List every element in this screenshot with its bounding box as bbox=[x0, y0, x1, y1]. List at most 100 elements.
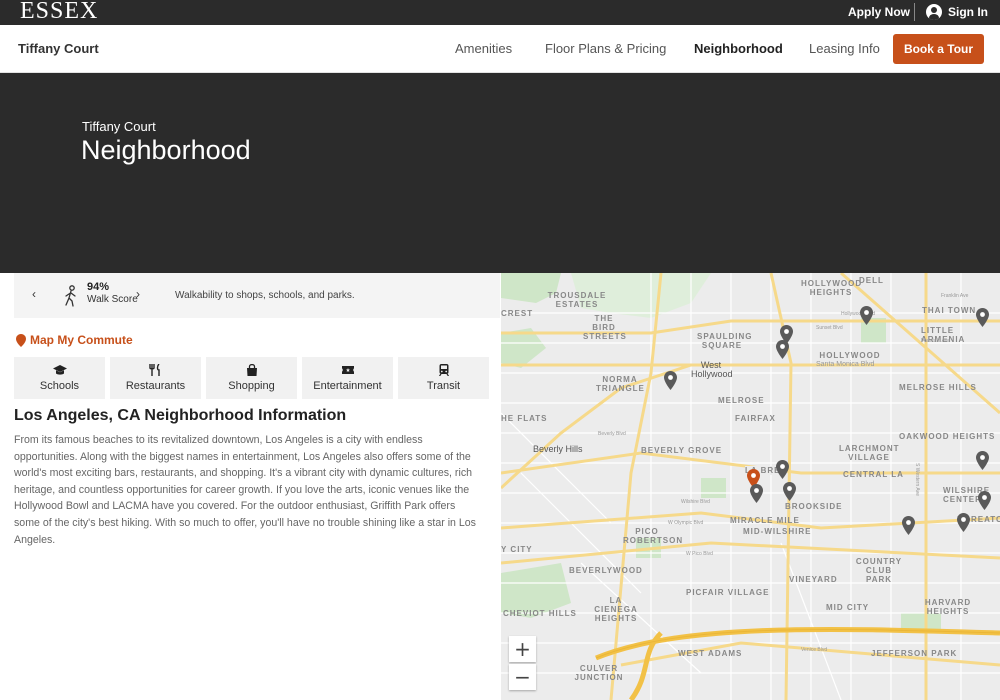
train-icon bbox=[438, 364, 449, 376]
category-restaurants-button[interactable]: Restaurants bbox=[110, 357, 201, 399]
neighborhood-map[interactable]: DELL HOLLYWOOD HEIGHTS TROUSDALE ESTATES… bbox=[501, 273, 1000, 700]
map-my-commute-link[interactable]: Map My Commute bbox=[16, 333, 133, 347]
map-marker-icon[interactable] bbox=[783, 482, 796, 501]
sign-in-label: Sign In bbox=[948, 5, 988, 19]
map-label: Beverly Hills bbox=[533, 444, 583, 454]
category-label: Restaurants bbox=[125, 380, 186, 392]
neighborhood-city: Los Angeles, CA bbox=[14, 407, 140, 424]
street-label: Santa Monica Blvd bbox=[816, 361, 875, 368]
property-nav: Tiffany Court Amenities Floor Plans & Pr… bbox=[0, 25, 1000, 73]
street-label: Sunset Blvd bbox=[816, 325, 843, 331]
map-label: VINEYARD bbox=[789, 575, 838, 584]
walking-person-icon bbox=[65, 285, 76, 307]
map-label: MIRACLE MILE bbox=[730, 516, 800, 525]
map-label: THE BIRD STREETS bbox=[583, 314, 627, 341]
map-label: HOLLYWOOD HEIGHTS bbox=[801, 279, 863, 297]
sign-in-link[interactable]: Sign In bbox=[926, 3, 988, 21]
map-label: Y CITY bbox=[501, 545, 533, 554]
map-marker-icon[interactable] bbox=[976, 308, 989, 327]
utensils-icon bbox=[148, 364, 160, 376]
street-label: W Olympic Blvd bbox=[668, 520, 704, 526]
map-label: MELROSE bbox=[718, 396, 765, 405]
category-transit-button[interactable]: Transit bbox=[398, 357, 489, 399]
category-label: Shopping bbox=[228, 380, 275, 392]
category-label: Entertainment bbox=[313, 380, 382, 392]
zoom-in-button[interactable]: + bbox=[509, 636, 536, 662]
street-label: Wilshire Blvd bbox=[681, 499, 710, 505]
street-label: Venice Blvd bbox=[801, 647, 828, 653]
hero-banner: Tiffany Court Neighborhood bbox=[0, 73, 1000, 273]
map-label: WEST ADAMS bbox=[678, 649, 743, 658]
map-my-commute-label: Map My Commute bbox=[30, 333, 133, 347]
walk-score-label: Walk Score bbox=[87, 294, 138, 305]
walk-score-bar: ‹ 94% Walk Score › Walkability to shops,… bbox=[14, 273, 500, 318]
map-label: COUNTRY CLUB PARK bbox=[855, 557, 903, 584]
nav-link-leasing-info[interactable]: Leasing Info bbox=[809, 41, 880, 56]
essex-logo[interactable]: ESSEX bbox=[20, 0, 98, 25]
street-label: Franklin Ave bbox=[941, 293, 969, 299]
map-label: HARVARD HEIGHTS bbox=[924, 598, 972, 616]
shopping-bag-icon bbox=[246, 364, 257, 376]
map-label: PICO ROBERTSON bbox=[623, 527, 684, 545]
property-name[interactable]: Tiffany Court bbox=[18, 41, 99, 56]
category-schools-button[interactable]: Schools bbox=[14, 357, 105, 399]
top-bar: ESSEX Apply Now Sign In bbox=[0, 0, 1000, 25]
nav-link-floor-plans[interactable]: Floor Plans & Pricing bbox=[545, 41, 666, 56]
map-label: LARCHMONT VILLAGE bbox=[839, 444, 900, 462]
map-marker-icon[interactable] bbox=[776, 460, 789, 479]
street-label: W Pico Blvd bbox=[686, 551, 713, 557]
chevron-right-icon[interactable]: › bbox=[136, 287, 140, 301]
map-label: SPAULDING SQUARE bbox=[697, 332, 753, 350]
category-shopping-button[interactable]: Shopping bbox=[206, 357, 297, 399]
apply-now-link[interactable]: Apply Now bbox=[848, 5, 910, 19]
map-label: HE FLATS bbox=[501, 414, 548, 423]
ticket-icon bbox=[341, 366, 354, 374]
map-marker-icon[interactable] bbox=[957, 513, 970, 532]
map-label: PICFAIR VILLAGE bbox=[686, 588, 770, 597]
map-marker-icon[interactable] bbox=[860, 306, 873, 325]
map-marker-icon[interactable] bbox=[750, 484, 763, 503]
category-buttons: Schools Restaurants Shopping Entertainme… bbox=[14, 357, 489, 399]
nav-link-amenities[interactable]: Amenities bbox=[455, 41, 512, 56]
neighborhood-description: From its famous beaches to its revitaliz… bbox=[14, 434, 476, 546]
map-label: MID CITY bbox=[826, 603, 870, 612]
map-label: CHEVIOT HILLS bbox=[503, 609, 577, 618]
map-marker-icon[interactable] bbox=[976, 451, 989, 470]
map-label: HOLLYWOOD bbox=[819, 351, 881, 360]
top-bar-divider bbox=[914, 3, 915, 21]
map-label: OAKWOOD HEIGHTS bbox=[899, 432, 996, 441]
map-marker-icon[interactable] bbox=[902, 516, 915, 535]
map-marker-icon[interactable] bbox=[978, 491, 991, 510]
map-label: FAIRFAX bbox=[735, 414, 776, 423]
neighborhood-heading-rest: Neighborhood Information bbox=[144, 407, 347, 424]
map-label: MELROSE HILLS bbox=[899, 383, 977, 392]
user-icon bbox=[926, 4, 942, 20]
category-entertainment-button[interactable]: Entertainment bbox=[302, 357, 393, 399]
map-label: CENTRAL LA bbox=[843, 470, 904, 479]
map-label: BEVERLYWOOD bbox=[569, 566, 643, 575]
chevron-left-icon[interactable]: ‹ bbox=[32, 287, 36, 301]
map-marker-icon[interactable] bbox=[776, 340, 789, 359]
category-label: Transit bbox=[426, 380, 461, 392]
neighborhood-heading: Los Angeles, CA Neighborhood Information bbox=[14, 407, 346, 425]
street-label: Beverly Blvd bbox=[598, 431, 626, 437]
map-label: JEFFERSON PARK bbox=[871, 649, 958, 658]
map-label: LA CIENEGA HEIGHTS bbox=[594, 596, 638, 623]
book-a-tour-button[interactable]: Book a Tour bbox=[893, 34, 984, 64]
map-label: TROUSDALE ESTATES bbox=[547, 291, 607, 309]
map-label: CULVER JUNCTION bbox=[574, 664, 624, 682]
map-label: CREST bbox=[501, 309, 534, 318]
nav-link-neighborhood[interactable]: Neighborhood bbox=[694, 41, 783, 56]
map-label: NORMA TRIANGLE bbox=[596, 375, 645, 393]
map-label: THAI TOWN bbox=[922, 306, 977, 315]
map-label: BEVERLY GROVE bbox=[641, 446, 723, 455]
map-label: MID-WILSHIRE bbox=[743, 527, 812, 536]
walk-score-description: Walkability to shops, schools, and parks… bbox=[175, 290, 355, 301]
map-label: DELL bbox=[859, 276, 884, 285]
map-marker-icon[interactable] bbox=[664, 371, 677, 390]
zoom-out-button[interactable]: − bbox=[509, 664, 536, 690]
map-label: West Hollywood bbox=[691, 360, 733, 379]
map-label: BROOKSIDE bbox=[785, 502, 843, 511]
category-label: Schools bbox=[39, 380, 80, 392]
street-label: S Western Ave bbox=[914, 463, 920, 496]
